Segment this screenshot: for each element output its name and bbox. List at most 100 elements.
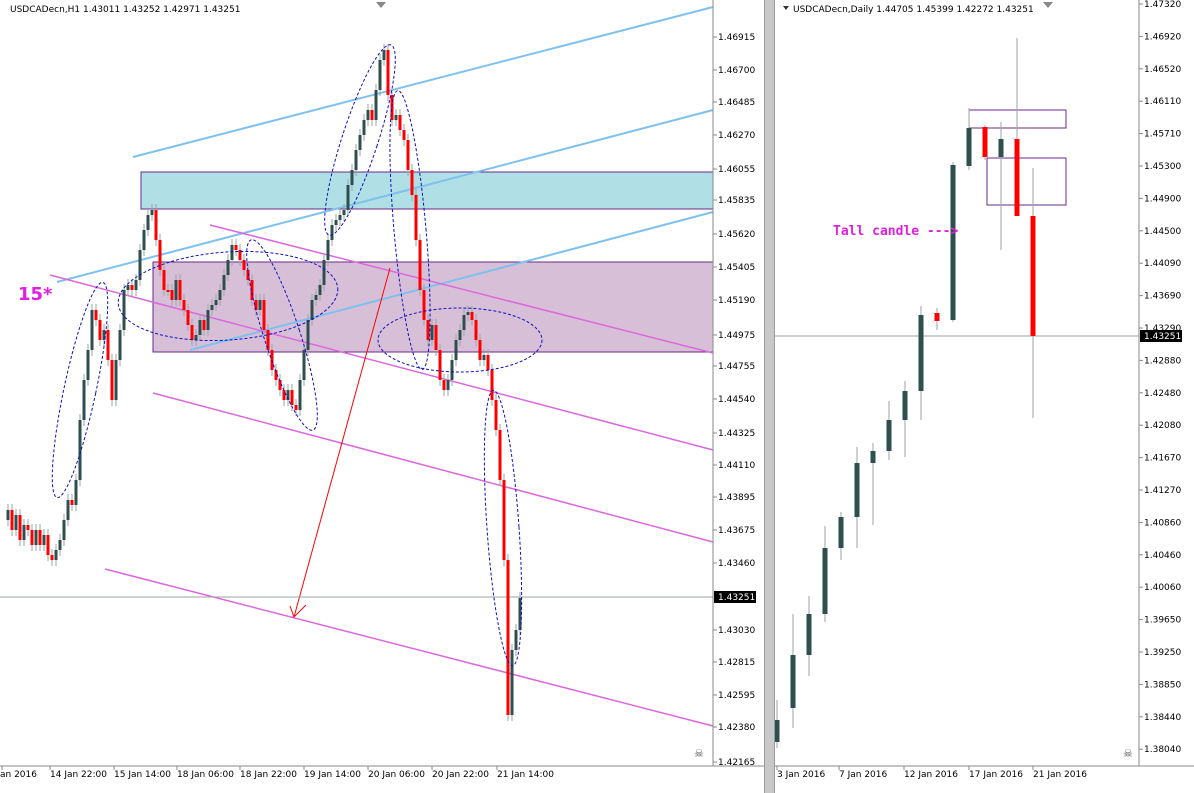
candle[interactable] xyxy=(234,245,238,250)
candle[interactable] xyxy=(294,405,298,410)
candle[interactable] xyxy=(430,325,434,340)
candle[interactable] xyxy=(450,360,454,380)
candle[interactable] xyxy=(70,500,74,505)
daily-chart-panel[interactable]: 1.47320 1.46920 1.46520 1.46110 1.45710 1.453… xyxy=(775,0,1194,793)
candle[interactable] xyxy=(434,325,438,350)
candle[interactable] xyxy=(394,115,398,120)
candle[interactable] xyxy=(334,220,338,225)
candle[interactable] xyxy=(378,60,382,90)
candle[interactable] xyxy=(482,355,486,360)
candle[interactable] xyxy=(94,310,98,320)
candle[interactable] xyxy=(442,380,446,390)
candle[interactable] xyxy=(402,130,406,140)
candle[interactable] xyxy=(162,270,166,290)
price-axis[interactable]: 1.47320 1.46920 1.46520 1.46110 1.45710 1.453… xyxy=(775,0,1194,767)
candle[interactable] xyxy=(290,390,294,405)
candle[interactable] xyxy=(74,480,78,505)
candle[interactable] xyxy=(242,260,246,270)
candle[interactable] xyxy=(306,320,310,350)
candle[interactable] xyxy=(822,548,828,614)
candle[interactable] xyxy=(298,380,302,410)
candle[interactable] xyxy=(982,127,988,157)
candle[interactable] xyxy=(62,520,66,540)
candle[interactable] xyxy=(314,295,318,300)
candle[interactable] xyxy=(902,391,908,420)
candle[interactable] xyxy=(318,285,322,295)
candle[interactable] xyxy=(178,280,182,300)
candle[interactable] xyxy=(358,135,362,150)
candle[interactable] xyxy=(362,120,366,135)
candle[interactable] xyxy=(302,350,306,380)
candle[interactable] xyxy=(446,380,450,390)
candle[interactable] xyxy=(206,310,210,330)
candle[interactable] xyxy=(218,290,222,300)
candle[interactable] xyxy=(30,530,34,545)
candle[interactable] xyxy=(775,720,780,742)
chart-shift-icon[interactable] xyxy=(376,2,386,8)
candle[interactable] xyxy=(838,517,844,548)
pink-channel-line-4[interactable] xyxy=(104,568,714,727)
candle[interactable] xyxy=(342,210,346,215)
candle[interactable] xyxy=(86,350,90,380)
candle[interactable] xyxy=(478,340,482,360)
candle[interactable] xyxy=(494,400,498,430)
pink-channel-line-3[interactable] xyxy=(152,392,714,543)
candle[interactable] xyxy=(142,230,146,250)
window-divider[interactable] xyxy=(764,0,775,793)
h1-chart-canvas[interactable]: 1.46915 1.46700 1.46485 1.46270 1.46055 1.458… xyxy=(0,0,764,793)
candle[interactable] xyxy=(502,480,506,560)
candle[interactable] xyxy=(6,510,10,520)
chart-shift-icon[interactable] xyxy=(1043,2,1053,8)
candle[interactable] xyxy=(210,305,214,310)
candle[interactable] xyxy=(134,280,138,290)
candle[interactable] xyxy=(406,140,410,170)
candle[interactable] xyxy=(42,535,46,545)
candle[interactable] xyxy=(498,430,502,480)
candle[interactable] xyxy=(1030,216,1036,336)
candle[interactable] xyxy=(258,300,262,310)
candle[interactable] xyxy=(166,290,170,292)
candle[interactable] xyxy=(50,555,54,560)
time-axis[interactable]: an 2016 14 Jan 22:00 15 Jan 14:00 18 Jan 06… xyxy=(0,766,554,780)
candle[interactable] xyxy=(230,245,234,260)
candle[interactable] xyxy=(350,170,354,185)
candle[interactable] xyxy=(438,350,442,380)
candle[interactable] xyxy=(326,240,330,260)
candle[interactable] xyxy=(150,210,154,215)
candle[interactable] xyxy=(310,300,314,320)
candle[interactable] xyxy=(106,330,110,360)
candle[interactable] xyxy=(26,525,30,530)
candle[interactable] xyxy=(214,300,218,305)
candle[interactable] xyxy=(454,340,458,360)
blue-channel-line-top[interactable] xyxy=(132,6,714,158)
candle[interactable] xyxy=(130,285,134,290)
candle[interactable] xyxy=(458,330,462,340)
candle[interactable] xyxy=(474,320,478,340)
candle[interactable] xyxy=(10,510,14,530)
candle[interactable] xyxy=(38,530,42,545)
candle[interactable] xyxy=(22,525,26,540)
candle[interactable] xyxy=(998,139,1004,157)
candle[interactable] xyxy=(370,110,374,120)
candle[interactable] xyxy=(126,285,130,290)
candle[interactable] xyxy=(338,215,342,220)
candle[interactable] xyxy=(506,560,510,715)
candle[interactable] xyxy=(790,655,796,708)
time-axis[interactable]: 3 Jan 2016 7 Jan 2016 12 Jan 2016 17 Jan 20… xyxy=(776,766,1087,780)
h1-candles[interactable] xyxy=(6,44,522,721)
daily-chart-canvas[interactable]: 1.47320 1.46920 1.46520 1.46110 1.45710 1.453… xyxy=(775,0,1194,793)
candle[interactable] xyxy=(486,355,490,370)
candle[interactable] xyxy=(426,320,430,340)
candle[interactable] xyxy=(182,300,186,310)
candle[interactable] xyxy=(886,420,892,451)
candle[interactable] xyxy=(934,313,940,321)
candle[interactable] xyxy=(950,165,956,320)
candle[interactable] xyxy=(854,463,860,517)
candle[interactable] xyxy=(1014,139,1020,216)
candle[interactable] xyxy=(490,370,494,400)
candle[interactable] xyxy=(386,50,390,95)
candle[interactable] xyxy=(174,280,178,300)
candle[interactable] xyxy=(14,515,18,530)
candle[interactable] xyxy=(190,325,194,340)
candle[interactable] xyxy=(410,170,414,195)
